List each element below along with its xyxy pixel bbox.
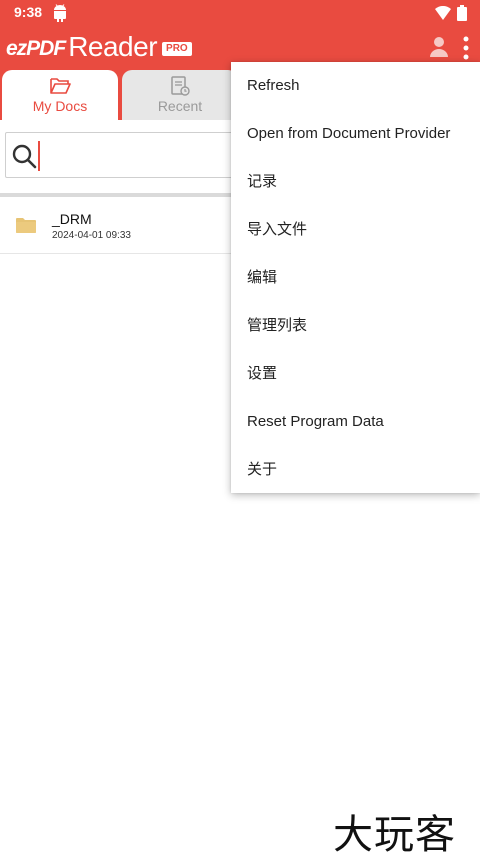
tab-my-docs[interactable]: My Docs — [2, 70, 118, 120]
menu-item-reset-program-data[interactable]: Reset Program Data — [231, 398, 480, 446]
file-date: 2024-04-01 09:33 — [52, 230, 131, 241]
search-icon — [12, 144, 37, 169]
wifi-icon — [435, 6, 451, 20]
logo-pro-badge: PRO — [162, 42, 192, 56]
logo-reader: Reader — [68, 31, 158, 62]
menu-item-settings[interactable]: 设置 — [231, 350, 480, 398]
folder-open-icon — [50, 78, 71, 94]
tab-recent[interactable]: Recent — [122, 70, 238, 120]
menu-item-about[interactable]: 关于 — [231, 446, 480, 494]
battery-icon — [457, 5, 467, 21]
menu-item-open-document-provider[interactable]: Open from Document Provider — [231, 110, 480, 158]
account-icon[interactable] — [429, 36, 449, 58]
status-time: 9:38 — [14, 4, 43, 20]
watermark: 大玩客 — [333, 812, 456, 854]
app-root: 9:38 ezPDF Reader PRO My Docs Recent _DR… — [0, 0, 480, 854]
menu-item-edit[interactable]: 编辑 — [231, 254, 480, 302]
recent-docs-icon — [171, 76, 190, 96]
menu-item-import-file[interactable]: 导入文件 — [231, 206, 480, 254]
menu-item-history[interactable]: 记录 — [231, 158, 480, 206]
folder-icon — [16, 218, 36, 233]
file-name: _DRM — [52, 211, 92, 227]
menu-item-manage-list[interactable]: 管理列表 — [231, 302, 480, 350]
tab-recent-label: Recent — [157, 98, 203, 114]
app-logo: ezPDF Reader PRO — [6, 30, 192, 64]
overflow-menu: Refresh Open from Document Provider 记录 导… — [231, 62, 480, 493]
android-icon — [54, 4, 66, 22]
status-bar: 9:38 — [0, 0, 480, 26]
menu-item-refresh[interactable]: Refresh — [231, 62, 480, 110]
logo-ezpdf: ezPDF — [6, 37, 66, 60]
more-vert-icon[interactable] — [462, 36, 470, 60]
tab-my-docs-label: My Docs — [32, 98, 88, 114]
